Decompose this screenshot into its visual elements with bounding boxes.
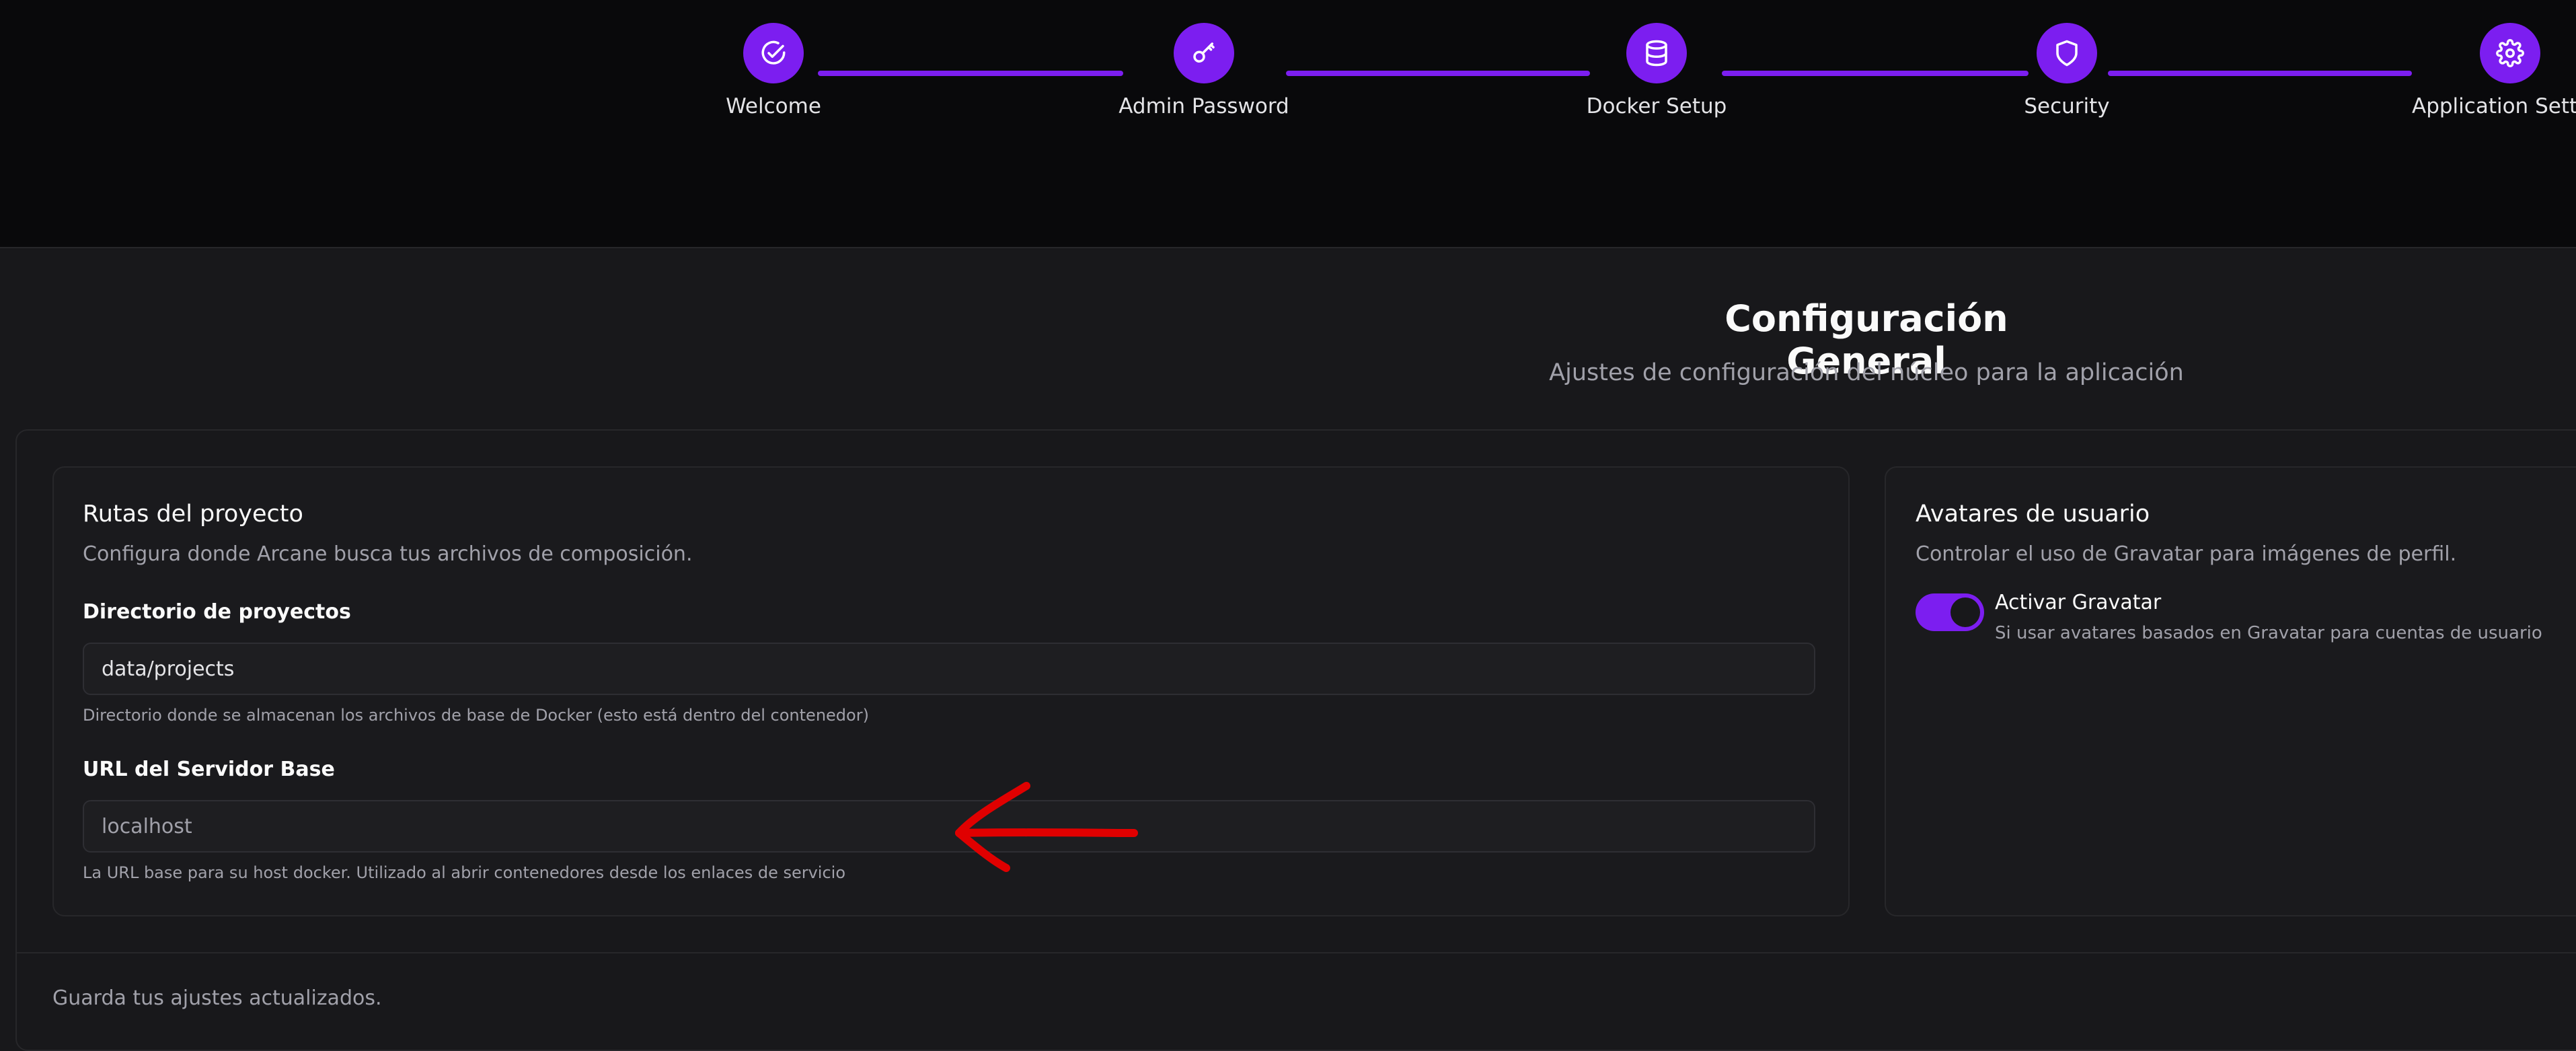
shield-icon — [2037, 23, 2097, 83]
step-label: Docker Setup — [1586, 94, 1727, 118]
step-security[interactable]: Security — [1899, 23, 2235, 118]
setup-stepper: Welcome Admin Password Docker Setup Secu… — [0, 0, 2576, 248]
project-paths-title: Rutas del proyecto — [83, 501, 303, 528]
annotation-arrow-icon — [955, 782, 1138, 872]
projects-dir-input[interactable] — [83, 643, 1815, 695]
user-avatars-title: Avatares de usuario — [1916, 501, 2150, 528]
step-label: Security — [2024, 94, 2110, 118]
base-url-label: URL del Servidor Base — [83, 758, 335, 781]
circle-check-icon — [743, 23, 804, 83]
step-docker-setup[interactable]: Docker Setup — [1488, 23, 1825, 118]
projects-dir-help: Directorio donde se almacenan los archiv… — [83, 706, 869, 725]
base-url-help: La URL base para su host docker. Utiliza… — [83, 863, 846, 882]
user-avatars-description: Controlar el uso de Gravatar para imágen… — [1916, 542, 2457, 566]
step-label: Application Settings — [2412, 94, 2576, 118]
step-admin-password[interactable]: Admin Password — [1036, 23, 1372, 118]
toggle-knob — [1950, 597, 1980, 627]
database-icon — [1626, 23, 1687, 83]
project-paths-description: Configura donde Arcane busca tus archivo… — [83, 542, 693, 566]
page-subtitle: Ajustes de configuración del núcleo para… — [1549, 359, 2184, 386]
footer-note: Guarda tus ajustes actualizados. — [52, 986, 382, 1010]
gear-icon — [2480, 23, 2540, 83]
projects-dir-label: Directorio de proyectos — [83, 600, 351, 624]
step-application-settings[interactable]: Application Settings — [2342, 23, 2576, 118]
footer-divider — [17, 952, 2576, 953]
key-icon — [1174, 23, 1234, 83]
step-label: Admin Password — [1119, 94, 1289, 118]
gravatar-toggle-description: Si usar avatares basados en Gravatar par… — [1995, 623, 2542, 643]
user-avatars-card — [1885, 466, 2576, 916]
gravatar-toggle-label: Activar Gravatar — [1995, 591, 2162, 614]
step-label: Welcome — [726, 94, 821, 118]
step-welcome[interactable]: Welcome — [605, 23, 942, 118]
gravatar-toggle[interactable] — [1916, 593, 1984, 631]
